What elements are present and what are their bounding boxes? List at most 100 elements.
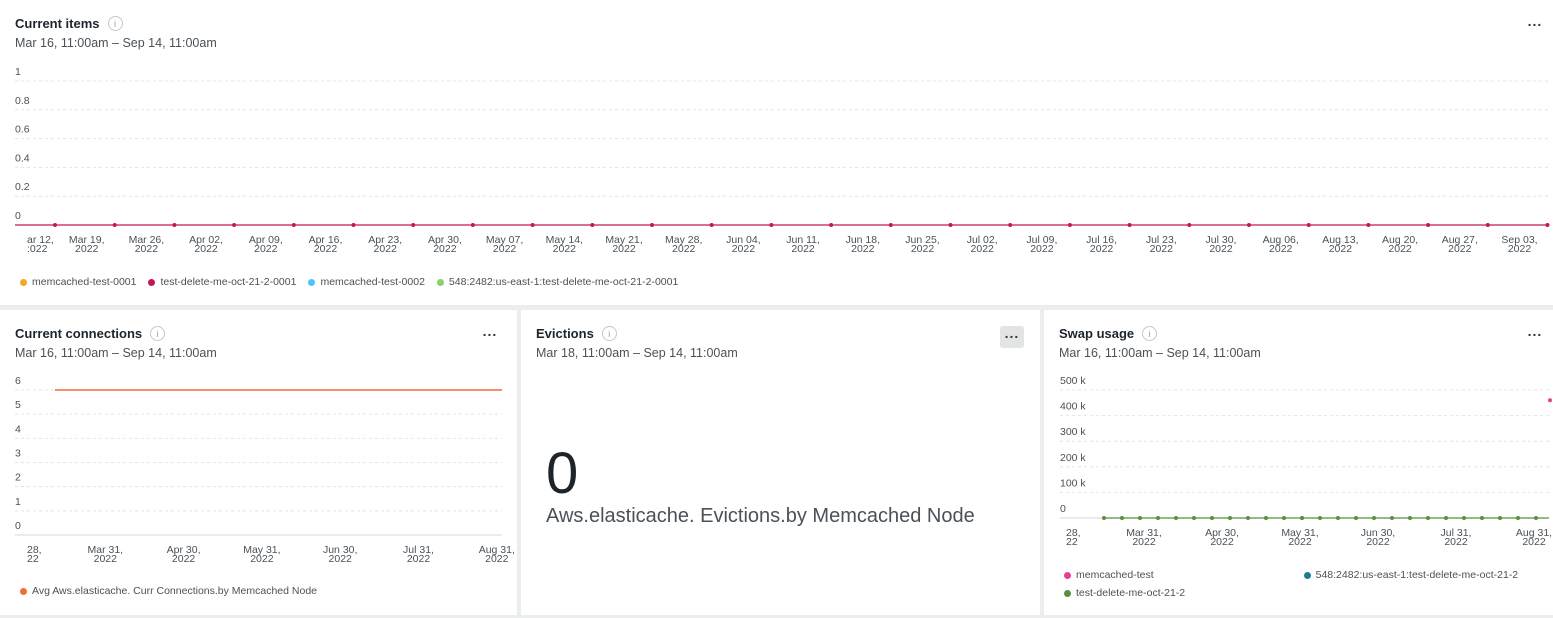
legend-item[interactable]: memcached-test: [1064, 569, 1154, 581]
data-point: [1192, 516, 1196, 520]
data-point: [1156, 516, 1160, 520]
legend-color-dot: [436, 278, 444, 286]
x-tick-label: 2022: [612, 243, 636, 255]
legend-item[interactable]: 548:2482:us-east-1:test-delete-me-oct-21…: [436, 276, 679, 288]
data-point: [53, 223, 57, 227]
data-point: [829, 223, 834, 227]
data-point: [1516, 516, 1520, 520]
chart-legend: Avg Aws.elasticache. Curr Connections.by…: [20, 585, 500, 597]
data-point: [1228, 516, 1232, 520]
data-point: [1390, 516, 1394, 520]
data-point: [590, 223, 595, 227]
data-point: [1127, 223, 1132, 227]
more-menu-button[interactable]: ...: [1000, 326, 1024, 348]
data-point: [1336, 516, 1340, 520]
data-point: [351, 223, 356, 227]
data-point: [1120, 516, 1124, 520]
data-point: [470, 223, 475, 227]
data-point: [1545, 223, 1550, 227]
legend-label: memcached-test-0001: [32, 276, 137, 288]
swap-usage-panel: Swap usage i Mar 16, 11:00am – Sep 14, 11…: [1044, 310, 1553, 615]
x-tick-label: 2022: [1209, 243, 1233, 255]
x-tick-label: 2022: [329, 553, 353, 565]
x-tick-label: 2022: [1090, 243, 1114, 255]
data-point: [948, 223, 953, 227]
data-point: [1264, 516, 1268, 520]
data-point: [1138, 516, 1142, 520]
x-tick-label: 2022: [1132, 536, 1156, 548]
x-tick-label: 2022: [1030, 243, 1054, 255]
x-tick-label: 2022: [1448, 243, 1472, 255]
y-tick-label: 1: [15, 66, 21, 78]
x-tick-label: 2022: [1366, 536, 1390, 548]
legend-item[interactable]: test-delete-me-oct-21-2: [1064, 587, 1185, 599]
x-tick-label: 2022: [672, 243, 696, 255]
y-tick-label: 0: [1060, 503, 1066, 515]
chart-legend: memcached-test-0001 test-delete-me-oct-21…: [20, 276, 1420, 288]
x-tick-label: 2022: [75, 243, 99, 255]
billboard-value: 0: [546, 441, 579, 506]
legend-label: 548:2482:us-east-1:test-delete-me-oct-21…: [1315, 569, 1519, 581]
legend-item[interactable]: 548:2482:us-east-1:test-delete-me-oct-21…: [1303, 569, 1519, 581]
data-point: [1008, 223, 1013, 227]
legend-item[interactable]: memcached-test-0002: [308, 276, 425, 288]
data-point: [172, 223, 177, 227]
x-tick-label: 2022: [194, 243, 218, 255]
x-tick-label: 2022: [1508, 243, 1532, 255]
y-tick-label: 200 k: [1060, 452, 1086, 464]
data-point: [1548, 398, 1552, 403]
x-tick-label: 2022: [407, 553, 431, 565]
data-point: [1462, 516, 1466, 520]
legend-color-dot: [148, 278, 156, 286]
legend-label: memcached-test-0002: [320, 276, 425, 288]
data-point: [1067, 223, 1072, 227]
legend-item[interactable]: Avg Aws.elasticache. Curr Connections.by…: [20, 585, 317, 597]
data-point: [709, 223, 714, 227]
data-point: [1174, 516, 1178, 520]
chart-legend: memcached-test 548:2482:us-east-1:test-de…: [1064, 569, 1544, 599]
data-point: [1372, 516, 1376, 520]
y-tick-label: 0.2: [15, 181, 30, 193]
data-point: [112, 223, 117, 227]
x-tick-label: 2022: [172, 553, 196, 565]
y-tick-label: 0.4: [15, 152, 30, 164]
y-tick-label: 500 k: [1060, 375, 1086, 387]
y-tick-label: 0.6: [15, 124, 30, 136]
x-tick-label: 2022: [94, 553, 118, 565]
legend-item[interactable]: memcached-test-0001: [20, 276, 136, 288]
legend-color-dot: [1064, 589, 1071, 597]
x-tick-label: 2022: [493, 243, 517, 255]
current-connections-panel: Current connections i Mar 16, 11:00am – S…: [0, 310, 517, 615]
y-tick-label: 100 k: [1060, 477, 1086, 489]
x-tick-label: 2022: [314, 243, 338, 255]
legend-color-dot: [1303, 571, 1311, 579]
data-point: [1282, 516, 1286, 520]
data-point: [411, 223, 416, 227]
data-point: [1444, 516, 1448, 520]
data-point: [1246, 516, 1250, 520]
data-point: [1480, 516, 1484, 520]
x-tick-label: 2022: [851, 243, 875, 255]
evictions-panel: Evictions i Mar 18, 11:00am – Sep 14, 11:…: [521, 310, 1040, 615]
current-items-chart: 10.80.60.40.20ar 12,:022Mar 19,2022Mar 2…: [15, 66, 1550, 255]
data-point: [1485, 223, 1490, 227]
y-tick-label: 300 k: [1060, 426, 1086, 438]
data-point: [1187, 223, 1192, 227]
legend-label: test-delete-me-oct-21-2: [1076, 587, 1186, 599]
legend-color-dot: [20, 278, 27, 286]
data-point: [530, 223, 535, 227]
data-point: [1306, 223, 1311, 227]
legend-label: memcached-test: [1076, 569, 1154, 581]
legend-item[interactable]: test-delete-me-oct-21-2-0001: [148, 276, 296, 288]
info-icon[interactable]: i: [601, 326, 617, 341]
y-tick-label: 400 k: [1060, 401, 1086, 413]
time-range: Mar 18, 11:00am – Sep 14, 11:00am: [536, 346, 738, 360]
current-items-panel: Current items i Mar 16, 11:00am – Sep 14,…: [0, 0, 1553, 305]
data-point: [1247, 223, 1251, 227]
data-point: [1102, 516, 1106, 520]
x-tick-label: :022: [27, 243, 48, 255]
legend-label: 548:2482:us-east-1:test-delete-me-oct-21…: [448, 276, 679, 288]
y-tick-label: 3: [15, 448, 21, 460]
data-point: [1534, 516, 1538, 520]
x-tick-label: 2022: [553, 243, 577, 255]
